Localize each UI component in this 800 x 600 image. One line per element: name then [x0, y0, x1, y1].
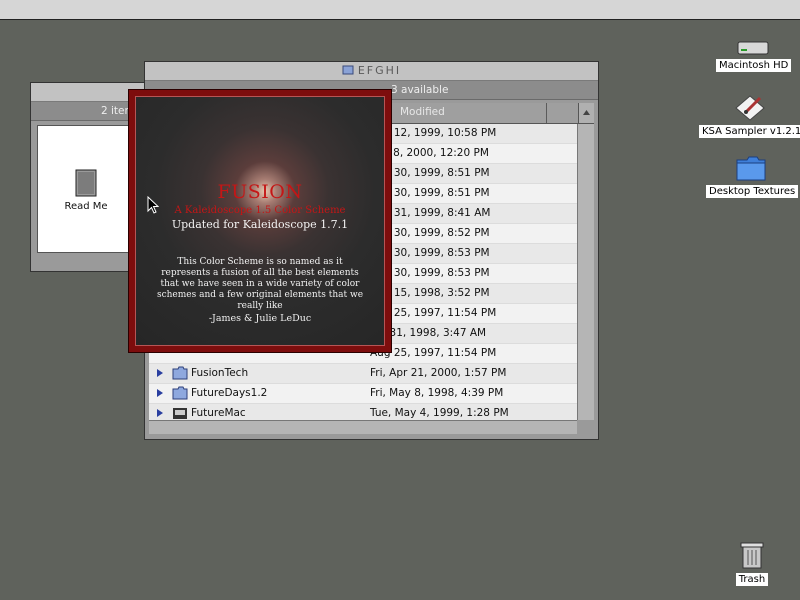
read-me-file[interactable]: Read Me: [64, 168, 108, 212]
row-date: Fri, Apr 21, 2000, 1:57 PM: [370, 367, 507, 379]
horizontal-scrollbar[interactable]: [149, 420, 577, 434]
available-space: 3 available: [391, 84, 449, 96]
list-row-futuredays[interactable]: FutureDays1.2 Fri, May 8, 1998, 4:39 PM: [149, 384, 577, 404]
list-row-fusiontech[interactable]: FusionTech Fri, Apr 21, 2000, 1:57 PM: [149, 364, 577, 384]
arrow-cursor-icon: [147, 196, 159, 214]
column-separator: [546, 103, 547, 123]
document-icon: [75, 169, 97, 197]
row-name: FutureMac: [191, 407, 246, 419]
splash-panel: FUSION A Kaleidoscope 1.5 Color Scheme U…: [135, 96, 385, 346]
read-me-label: Read Me: [64, 201, 108, 212]
computer-folder-icon: [173, 408, 187, 419]
splash-title: FUSION: [217, 181, 303, 203]
application-icon: [734, 95, 765, 121]
desktop-icon-desktop-textures[interactable]: Desktop Textures: [706, 154, 799, 198]
splash-signature: -James & Julie LeDuc: [208, 313, 312, 324]
row-date: Tue, May 4, 1999, 1:28 PM: [370, 407, 509, 419]
row-name: FutureDays1.2: [191, 387, 268, 399]
column-header-modified[interactable]: Modified: [400, 106, 445, 118]
row-date: Fri, May 8, 1998, 4:39 PM: [370, 387, 504, 399]
desktop-icon-macintosh-hd[interactable]: Macintosh HD: [716, 40, 792, 72]
triangle-up-icon: [583, 110, 590, 115]
folder-icon: [172, 366, 188, 380]
splash-updated: Updated for Kaleidoscope 1.7.1: [171, 218, 349, 231]
fusion-splash-screen[interactable]: FUSION A Kaleidoscope 1.5 Color Scheme U…: [128, 89, 392, 353]
splash-subtitle: A Kaleidoscope 1.5 Color Scheme: [174, 205, 346, 216]
disclosure-triangle-icon[interactable]: [157, 389, 163, 397]
desktop-icon-trash[interactable]: Trash: [729, 540, 775, 586]
window-title-bar[interactable]: EFGHI: [145, 62, 598, 81]
list-row-futuremac[interactable]: FutureMac Tue, May 4, 1999, 1:28 PM: [149, 404, 577, 420]
window-title: EFGHI: [357, 64, 402, 77]
folder-icon: [736, 156, 766, 181]
trash-icon: [740, 542, 764, 569]
folder-icon: [342, 65, 354, 75]
menu-bar[interactable]: [0, 0, 800, 20]
splash-body: This Color Scheme is so named as it repr…: [156, 257, 364, 311]
desktop-icon-label: Trash: [735, 573, 769, 586]
desktop-icon-label: Desktop Textures: [706, 185, 799, 198]
sort-order-button[interactable]: [578, 103, 594, 124]
desktop-icon-label: Macintosh HD: [716, 59, 792, 72]
folder-icon: [172, 386, 188, 400]
vertical-scrollbar[interactable]: [577, 124, 594, 420]
row-name: FusionTech: [191, 367, 249, 379]
desktop-icon-label: KSA Sampler v1.2.1: [699, 125, 800, 138]
hard-drive-icon: [737, 41, 769, 55]
disclosure-triangle-icon[interactable]: [157, 369, 163, 377]
disclosure-triangle-icon[interactable]: [157, 409, 163, 417]
desktop-icon-ksa-sampler[interactable]: KSA Sampler v1.2.1: [699, 92, 800, 138]
